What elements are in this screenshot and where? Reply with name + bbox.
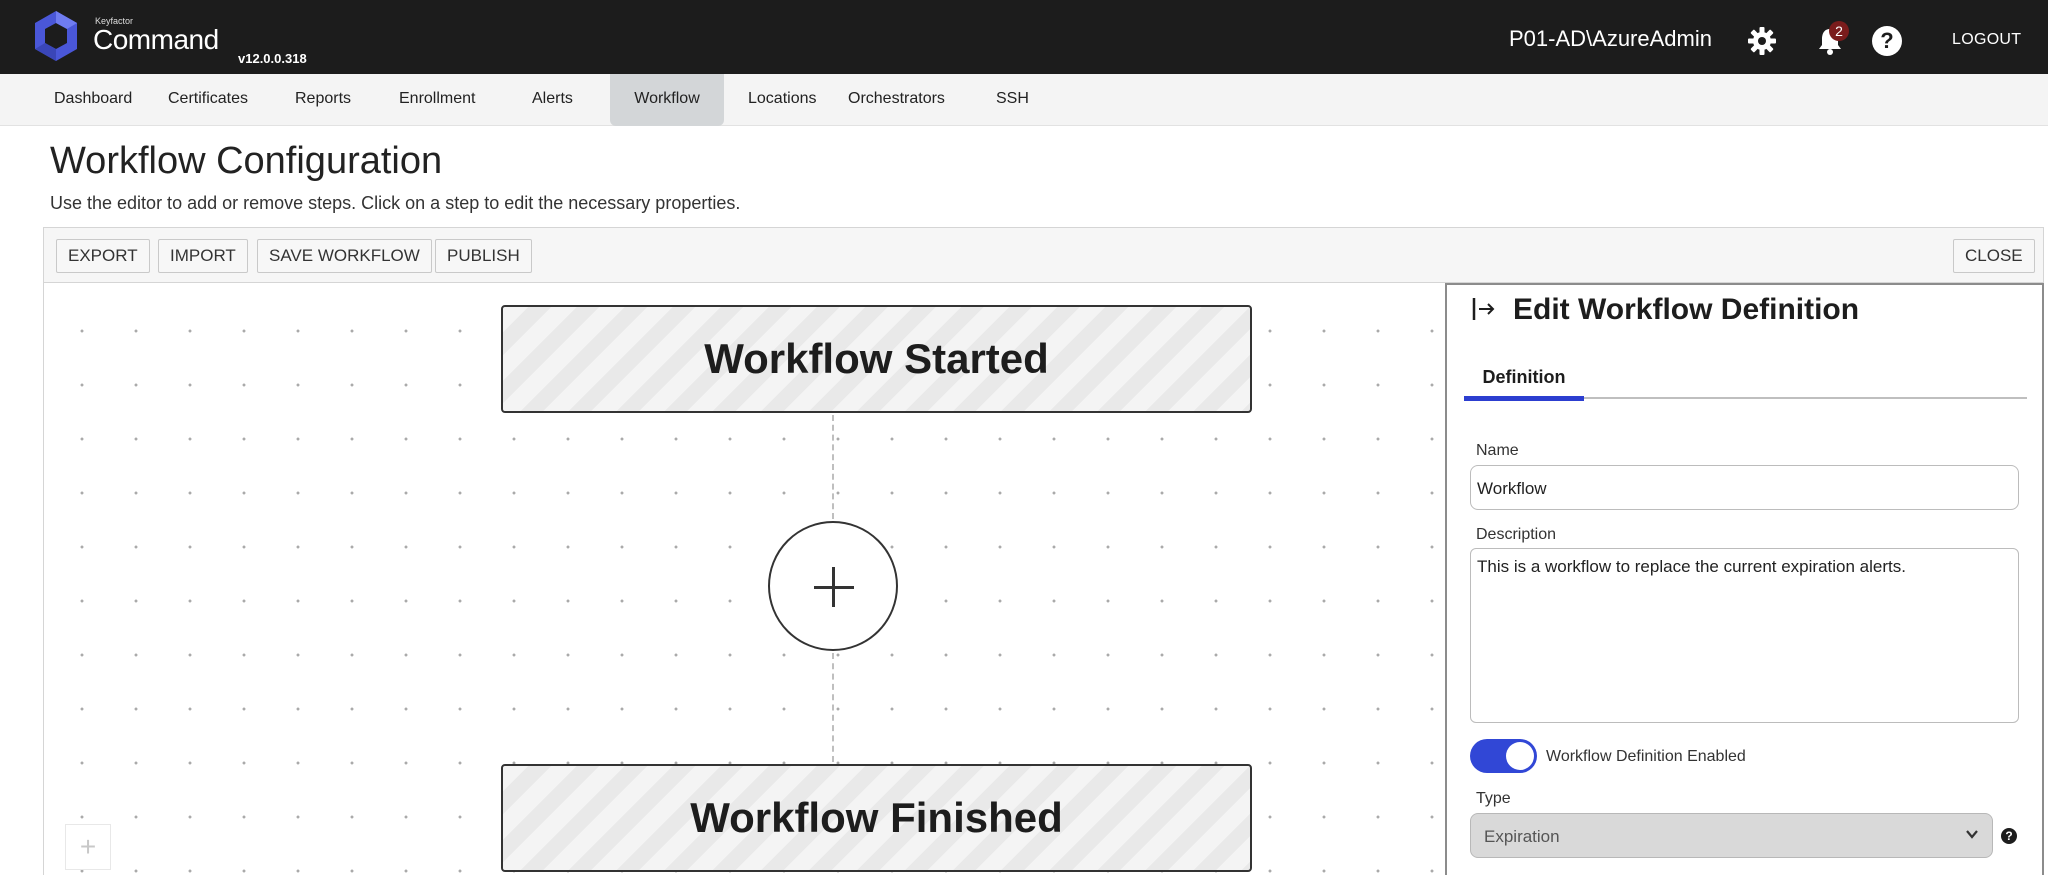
workflow-toolbar: EXPORT IMPORT SAVE WORKFLOW PUBLISH CLOS… <box>43 227 2044 283</box>
nav-item-ssh[interactable]: SSH <box>972 74 1053 126</box>
tab-definition[interactable]: Definition <box>1464 357 1584 401</box>
publish-button[interactable]: PUBLISH <box>435 239 532 273</box>
workflow-started-step[interactable]: Workflow Started <box>501 305 1252 413</box>
step-connector <box>832 653 834 762</box>
name-label: Name <box>1476 442 1519 459</box>
nav-item-orchestrators[interactable]: Orchestrators <box>824 74 969 126</box>
nav-item-alerts[interactable]: Alerts <box>508 74 597 126</box>
add-step-button[interactable] <box>768 521 898 651</box>
app-version: v12.0.0.318 <box>238 51 307 66</box>
enabled-toggle-label: Workflow Definition Enabled <box>1546 748 1746 765</box>
nav-item-certificates[interactable]: Certificates <box>144 74 272 126</box>
page-title: Workflow Configuration <box>50 140 443 182</box>
type-label: Type <box>1476 790 1511 807</box>
collapse-panel-icon[interactable] <box>1471 295 1497 323</box>
type-select[interactable]: Expiration <box>1470 813 1993 858</box>
enabled-toggle[interactable] <box>1470 739 1537 773</box>
step-connector <box>832 415 834 519</box>
workflow-finished-step[interactable]: Workflow Finished <box>501 764 1252 872</box>
panel-tabs: Definition <box>1464 367 2027 401</box>
description-label: Description <box>1476 526 1557 543</box>
export-button[interactable]: EXPORT <box>56 239 150 273</box>
nav-item-workflow[interactable]: Workflow <box>610 74 724 126</box>
keyfactor-logo-icon[interactable] <box>32 9 80 63</box>
save-workflow-button[interactable]: SAVE WORKFLOW <box>257 239 432 273</box>
type-help-icon[interactable]: ? <box>2001 828 2017 844</box>
brand-product[interactable]: Command <box>93 24 219 56</box>
zoom-in-button[interactable]: + <box>65 824 111 870</box>
type-select-value: Expiration <box>1484 827 1560 846</box>
notification-count-badge[interactable]: 2 <box>1829 21 1849 41</box>
import-button[interactable]: IMPORT <box>158 239 248 273</box>
logout-link[interactable]: LOGOUT <box>1952 31 2021 49</box>
edit-definition-panel: Edit Workflow Definition Definition Name… <box>1445 283 2044 875</box>
gear-icon[interactable] <box>1747 26 1777 56</box>
close-button[interactable]: CLOSE <box>1953 239 2035 273</box>
chevron-down-icon <box>1966 830 1978 839</box>
current-user[interactable]: P01-AD\AzureAdmin <box>1509 26 1712 52</box>
workflow-canvas[interactable]: Workflow Started Workflow Finished + <box>43 283 1445 875</box>
nav-item-dashboard[interactable]: Dashboard <box>30 74 156 126</box>
description-field[interactable]: This is a workflow to replace the curren… <box>1470 548 2019 723</box>
top-bar: Keyfactor Command v12.0.0.318 P01-AD\Azu… <box>0 0 2048 74</box>
nav-item-enrollment[interactable]: Enrollment <box>375 74 499 126</box>
page-subtitle: Use the editor to add or remove steps. C… <box>50 193 741 213</box>
nav-item-reports[interactable]: Reports <box>271 74 375 126</box>
panel-title: Edit Workflow Definition <box>1513 293 1860 326</box>
name-field[interactable]: Workflow <box>1470 465 2019 510</box>
plus-icon-vertical <box>832 567 835 607</box>
main-nav: Dashboard Certificates Reports Enrollmen… <box>0 74 2048 126</box>
toggle-knob <box>1506 742 1534 770</box>
help-icon[interactable]: ? <box>1872 26 1902 56</box>
